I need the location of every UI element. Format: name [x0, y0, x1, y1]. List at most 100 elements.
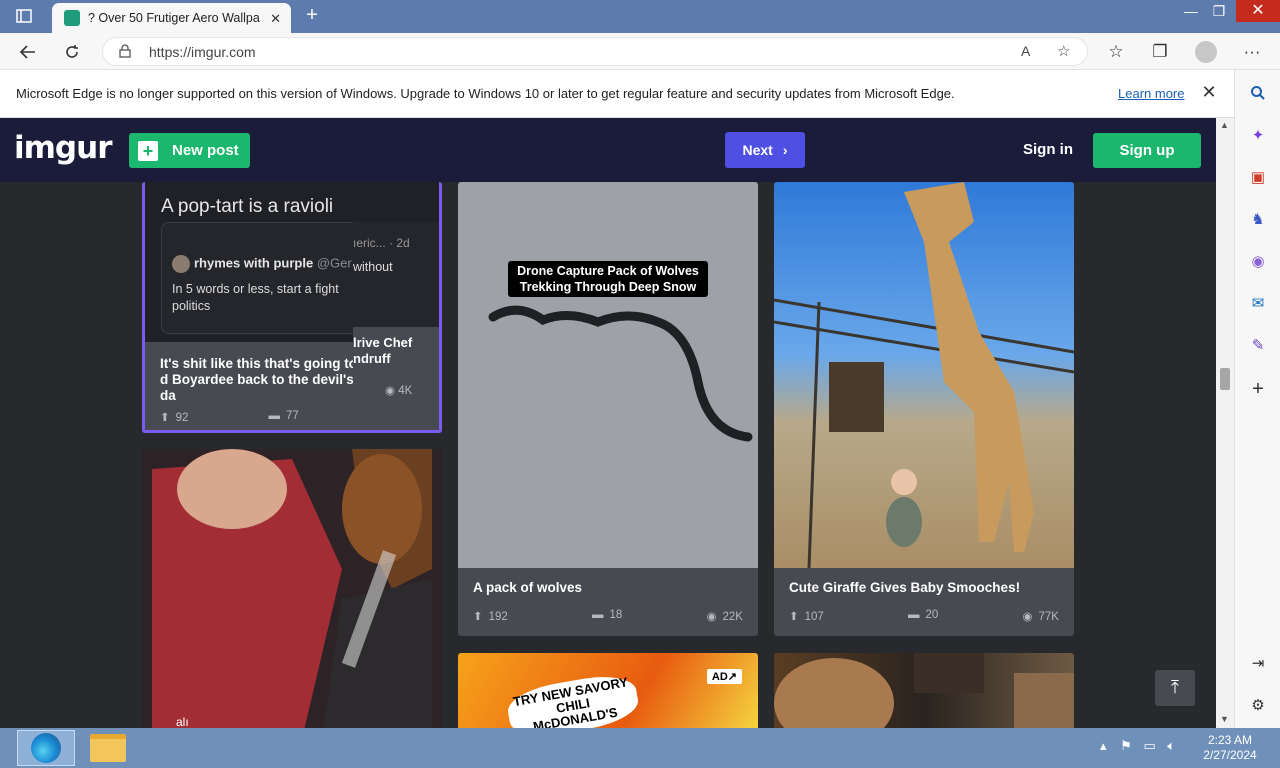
views-stat: ◉ 77K: [1022, 611, 1059, 623]
new-post-label: New post: [172, 142, 239, 159]
games-icon[interactable]: ♞: [1247, 208, 1269, 230]
tweet-user: rhymes with purple @Ger: [172, 255, 352, 273]
post-card-giraffe[interactable]: Cute Giraffe Gives Baby Smooches! ⬆ 107 ▬…: [774, 182, 1074, 636]
overlap-meta: ıeric... · 2d: [353, 236, 410, 250]
scroll-thumb[interactable]: [1220, 368, 1230, 390]
ad-badge[interactable]: AD↗: [706, 669, 742, 684]
upvote-stat[interactable]: ⬆ 92: [160, 410, 188, 424]
post-card-tweet[interactable]: A pop-tart is a ravioli rhymes with purp…: [142, 182, 442, 433]
post-stats: ⬆ 107 ▬ 20 ◉ 77K: [789, 609, 1059, 623]
view-count: 22K: [722, 611, 743, 623]
browser-tab[interactable]: ? Over 50 Frutiger Aero Wallpap ✕: [52, 3, 291, 33]
file-explorer-icon[interactable]: [90, 734, 126, 762]
overlap-view-count: 4K: [398, 385, 413, 397]
address-bar[interactable]: https://imgur.com A ☆: [102, 37, 1088, 66]
add-sidebar-app-icon[interactable]: +: [1247, 378, 1269, 400]
minimize-button[interactable]: —: [1176, 0, 1206, 24]
tab-close-button[interactable]: ✕: [270, 11, 281, 27]
tweet-body: In 5 words or less, start a fight politi…: [172, 282, 339, 313]
title-bar: ? Over 50 Frutiger Aero Wallpap ✕ + — ❐ …: [0, 0, 1280, 33]
post-title: Cute Giraffe Gives Baby Smooches!: [789, 580, 1021, 595]
views-stat: ◉ 22K: [706, 611, 743, 623]
upvote-count: 192: [488, 611, 508, 623]
system-tray: ▴ ⚑ ▭ 🔈︎: [1100, 738, 1175, 754]
close-window-button[interactable]: ✕: [1236, 0, 1280, 22]
tray-expand-icon[interactable]: ▴: [1100, 738, 1107, 753]
clock-date: 2/27/2024: [1203, 748, 1257, 762]
cat-image: [774, 653, 1074, 728]
upvote-stat[interactable]: ⬆ 107: [789, 609, 824, 623]
imgur-logo[interactable]: imgur: [14, 130, 112, 166]
page-scrollbar[interactable]: ▲ ▼: [1216, 118, 1234, 728]
unsupported-infobar: Microsoft Edge is no longer supported on…: [0, 70, 1234, 118]
read-aloud-icon[interactable]: A: [1021, 43, 1030, 59]
profile-avatar[interactable]: [1192, 38, 1220, 66]
more-menu-icon[interactable]: ···: [1238, 38, 1266, 66]
settings-gear-icon[interactable]: ⚙: [1247, 694, 1269, 716]
ad-card[interactable]: AD↗ TRY NEW SAVORY CHILI McDONALD'S: [458, 653, 758, 728]
overlap-title: lrive Chef ndruff: [353, 335, 413, 366]
tab-actions-icon[interactable]: [8, 6, 40, 26]
scroll-to-top-button[interactable]: ⤒: [1155, 670, 1195, 706]
outlook-icon[interactable]: ✉: [1247, 292, 1269, 314]
video-caption: Drone Capture Pack of Wolves Trekking Th…: [508, 261, 708, 297]
post-card-dog[interactable]: alı: [142, 449, 442, 728]
post-card-wolves[interactable]: Drone Capture Pack of Wolves Trekking Th…: [458, 182, 758, 636]
overlap-views: ◉ 4K: [385, 385, 413, 397]
overlapping-card-fragment: ıeric... · 2d without: [353, 222, 439, 342]
wolves-image: Drone Capture Pack of Wolves Trekking Th…: [458, 182, 758, 568]
restore-button[interactable]: ❐: [1204, 0, 1234, 24]
avatar: [172, 255, 190, 273]
volume-icon[interactable]: 🔈︎: [1167, 738, 1175, 753]
collections-icon[interactable]: ❐: [1146, 38, 1174, 66]
copilot-icon[interactable]: ✦: [1247, 124, 1269, 146]
overlap-word: without: [353, 260, 393, 274]
favorites-icon[interactable]: ☆: [1102, 38, 1130, 66]
new-post-button[interactable]: + New post: [129, 133, 250, 168]
post-stats: ⬆ 192 ▬ 18 ◉ 22K: [473, 609, 743, 623]
comment-count: 20: [925, 609, 939, 621]
post-card-cat[interactable]: [774, 653, 1074, 728]
tab-title: ? Over 50 Frutiger Aero Wallpap: [88, 11, 260, 25]
ad-text: TRY NEW SAVORY CHILI McDONALD'S: [504, 670, 642, 728]
add-favorite-icon[interactable]: ☆: [1057, 42, 1070, 60]
designer-icon[interactable]: ✎: [1247, 334, 1269, 356]
search-icon[interactable]: [1247, 82, 1269, 104]
giraffe-image: [774, 182, 1074, 568]
upvote-count: 92: [175, 412, 189, 424]
taskbar-clock[interactable]: 2:23 AM 2/27/2024: [1196, 733, 1264, 763]
comment-stat[interactable]: ▬ 77: [268, 410, 298, 424]
next-button[interactable]: Next ›: [725, 132, 805, 168]
network-icon[interactable]: ▭: [1143, 738, 1155, 753]
refresh-icon: [66, 45, 78, 58]
taskbar-edge-button[interactable]: [17, 730, 75, 766]
lock-icon[interactable]: [119, 44, 131, 61]
refresh-button[interactable]: [58, 38, 86, 66]
shopping-icon[interactable]: ▣: [1247, 166, 1269, 188]
m365-icon[interactable]: ◉: [1247, 250, 1269, 272]
sign-in-link[interactable]: Sign in: [1023, 141, 1073, 158]
back-button[interactable]: [14, 38, 42, 66]
learn-more-link[interactable]: Learn more: [1118, 86, 1184, 101]
post-title: It's shit like this that's going to d Bo…: [160, 356, 357, 403]
infobar-close-icon[interactable]: ✕: [1198, 82, 1220, 103]
video-overlay-text: alı: [176, 715, 189, 728]
hide-sidebar-icon[interactable]: ⇥: [1247, 652, 1269, 674]
scroll-up-icon[interactable]: ▲: [1220, 120, 1229, 130]
comment-stat[interactable]: ▬ 18: [592, 609, 622, 623]
comment-count: 77: [285, 410, 299, 422]
tweet-headline: A pop-tart is a ravioli: [161, 196, 334, 217]
scroll-down-icon[interactable]: ▼: [1220, 714, 1229, 724]
sign-up-button[interactable]: Sign up: [1093, 133, 1201, 168]
comment-stat[interactable]: ▬ 20: [908, 609, 938, 623]
action-center-flag-icon[interactable]: ⚑: [1120, 738, 1132, 753]
upvote-stat[interactable]: ⬆ 192: [473, 609, 508, 623]
new-tab-button[interactable]: +: [300, 5, 324, 27]
comment-count: 18: [609, 609, 623, 621]
post-image: A pop-tart is a ravioli rhymes with purp…: [145, 182, 439, 342]
next-label: Next: [742, 142, 773, 158]
edge-sidebar: ✦ ▣ ♞ ◉ ✉ ✎ + ⇥ ⚙: [1234, 70, 1280, 728]
wolf-trail: [488, 305, 753, 442]
infobar-message: Microsoft Edge is no longer supported on…: [16, 86, 955, 101]
url-text[interactable]: https://imgur.com: [149, 44, 256, 60]
